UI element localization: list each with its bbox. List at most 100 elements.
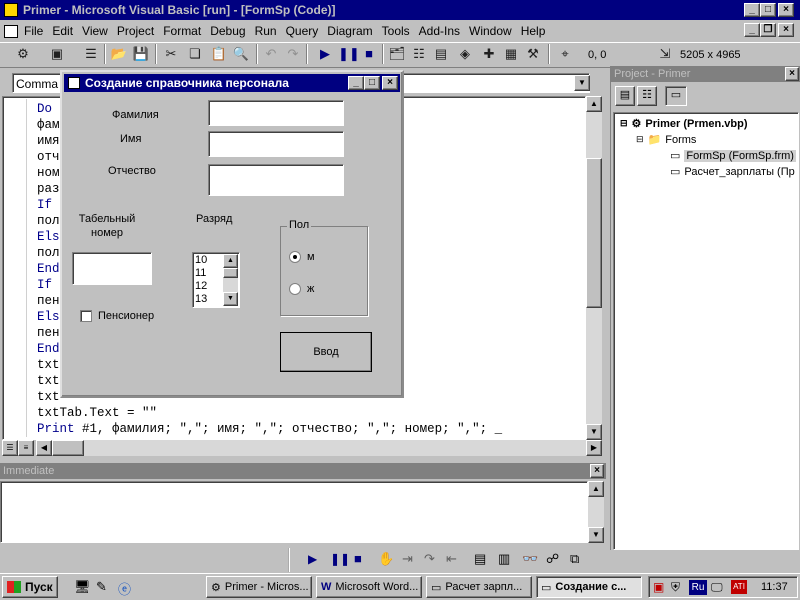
data-view-icon[interactable]: ▦: [502, 45, 520, 63]
toolbox-icon[interactable]: ✚: [480, 45, 498, 63]
tray-monitor-icon[interactable]: 🖵: [711, 580, 723, 595]
task-salary[interactable]: ▭ Расчет зарпл...: [426, 576, 532, 598]
immediate-close-button[interactable]: ×: [590, 464, 604, 478]
full-module-view-button[interactable]: ≡: [18, 440, 34, 456]
add-project-icon[interactable]: ⚙: [14, 45, 32, 63]
immediate-input[interactable]: [0, 481, 588, 543]
grade-option-11[interactable]: 11: [195, 267, 207, 280]
watch-icon[interactable]: 👓: [522, 551, 538, 567]
component-manager-icon[interactable]: ⚒: [524, 45, 542, 63]
immediate-scrollbar[interactable]: ▲ ▼: [588, 481, 604, 543]
tray-lang[interactable]: Ru: [689, 580, 707, 595]
code-vertical-scrollbar[interactable]: ▲ ▼: [586, 96, 602, 440]
quick-watch-icon[interactable]: ☍: [546, 551, 559, 567]
surname-input[interactable]: [208, 100, 344, 126]
tray-ati-icon[interactable]: ATI: [731, 580, 747, 594]
hscroll-thumb[interactable]: [52, 440, 84, 456]
menu-format[interactable]: Format: [163, 24, 201, 38]
break-icon[interactable]: ❚❚: [338, 45, 360, 63]
tab-number-input[interactable]: [72, 252, 152, 285]
scroll-right-button[interactable]: ▶: [586, 440, 602, 456]
open-icon[interactable]: 📂: [110, 45, 128, 63]
menu-editor-icon[interactable]: ☰: [82, 45, 100, 63]
minimize-button[interactable]: _: [744, 3, 760, 17]
tree-root[interactable]: ⊟ ⚙ Primer (Prmen.vbp): [620, 117, 748, 131]
undo-icon[interactable]: ↶: [262, 45, 280, 63]
submit-button[interactable]: Ввод: [280, 332, 372, 372]
procedure-view-button[interactable]: ☰: [2, 440, 18, 456]
close-button[interactable]: ×: [778, 3, 794, 17]
start-button[interactable]: Пуск: [2, 576, 58, 598]
view-code-button[interactable]: ▤: [615, 86, 635, 106]
object-combo-dropdown[interactable]: ▼: [574, 75, 590, 91]
child-close-button[interactable]: ×: [778, 23, 794, 37]
grade-scroll-thumb[interactable]: [223, 268, 238, 278]
name-input[interactable]: [208, 131, 344, 157]
project-close-button[interactable]: ×: [785, 67, 799, 81]
tree-item-salary[interactable]: ▭ Расчет_зарплаты (Пр: [670, 165, 795, 179]
menu-project[interactable]: Project: [117, 24, 154, 38]
gender-m-radio[interactable]: м: [289, 251, 315, 263]
locals-icon[interactable]: ▤: [474, 551, 486, 567]
scroll-up-button[interactable]: ▲: [586, 96, 602, 112]
form-maximize-button[interactable]: □: [364, 76, 380, 90]
project-explorer-icon[interactable]: 🗂: [388, 45, 406, 63]
menu-diagram[interactable]: Diagram: [327, 24, 372, 38]
debug-break-icon[interactable]: ❚❚: [330, 552, 350, 566]
immediate-scroll-down[interactable]: ▼: [588, 527, 604, 543]
quicklaunch-desktop-icon[interactable]: 🖥: [74, 579, 91, 595]
menu-tools[interactable]: Tools: [382, 24, 410, 38]
tree-item-formsp[interactable]: ▭ FormSp (FormSp.frm): [670, 149, 796, 162]
task-word[interactable]: W Microsoft Word...: [316, 576, 422, 598]
code-horizontal-scrollbar[interactable]: ◀ ▶: [36, 440, 602, 456]
toggle-folders-button[interactable]: ▭: [665, 86, 687, 106]
grade-scrollbar[interactable]: ▲ ▼: [223, 254, 238, 306]
tree-forms-folder[interactable]: ⊟ 📁 Forms: [636, 133, 696, 147]
paste-icon[interactable]: 📋: [210, 45, 228, 63]
menu-view[interactable]: View: [82, 24, 108, 38]
start-icon[interactable]: ▶: [316, 45, 334, 63]
toggle-breakpoint-icon[interactable]: ✋: [378, 551, 394, 567]
menu-window[interactable]: Window: [469, 24, 512, 38]
menu-addins[interactable]: Add-Ins: [419, 24, 460, 38]
grade-scroll-down[interactable]: ▼: [223, 292, 238, 306]
find-icon[interactable]: 🔍: [232, 45, 250, 63]
pensioner-checkbox[interactable]: Пенсионер: [80, 310, 154, 322]
scroll-down-button[interactable]: ▼: [586, 424, 602, 440]
grade-scroll-up[interactable]: ▲: [223, 254, 238, 268]
menu-run[interactable]: Run: [255, 24, 277, 38]
properties-icon[interactable]: ☷: [410, 45, 428, 63]
debug-start-icon[interactable]: ▶: [308, 552, 317, 566]
quicklaunch-outlook-icon[interactable]: ✎: [96, 579, 107, 595]
object-browser-icon[interactable]: ◈: [456, 45, 474, 63]
child-restore-button[interactable]: ❐: [760, 23, 776, 37]
save-icon[interactable]: 💾: [132, 45, 150, 63]
task-form-active[interactable]: ▭ Создание с...: [536, 576, 642, 598]
call-stack-icon[interactable]: ⧉: [570, 551, 579, 567]
immediate-icon[interactable]: ▥: [498, 551, 510, 567]
scroll-left-button[interactable]: ◀: [36, 440, 52, 456]
grade-option-13[interactable]: 13: [195, 293, 207, 306]
project-tree[interactable]: ⊟ ⚙ Primer (Prmen.vbp) ⊟ 📁 Forms ▭ FormSp (Fo…: [613, 112, 799, 550]
form-layout-icon[interactable]: ▤: [432, 45, 450, 63]
copy-icon[interactable]: ❏: [186, 45, 204, 63]
cut-icon[interactable]: ✂: [162, 45, 180, 63]
grade-option-10[interactable]: 10: [195, 254, 207, 267]
child-minimize-button[interactable]: _: [744, 23, 760, 37]
redo-icon[interactable]: ↷: [284, 45, 302, 63]
immediate-scroll-up[interactable]: ▲: [588, 481, 604, 497]
menu-query[interactable]: Query: [286, 24, 319, 38]
patronymic-input[interactable]: [208, 164, 344, 196]
task-vb[interactable]: ⚙ Primer - Micros...: [206, 576, 312, 598]
menu-debug[interactable]: Debug: [210, 24, 245, 38]
grade-listbox[interactable]: 10 11 12 13 ▲ ▼: [192, 252, 240, 308]
step-into-icon[interactable]: ⇥: [402, 551, 413, 567]
maximize-button[interactable]: □: [760, 3, 776, 17]
gender-f-radio[interactable]: ж: [289, 283, 314, 295]
scroll-thumb[interactable]: [586, 158, 602, 308]
tray-shield-icon[interactable]: ⛨: [671, 580, 680, 595]
menu-edit[interactable]: Edit: [52, 24, 73, 38]
code-window-icon[interactable]: [4, 24, 18, 38]
tray-app-icon[interactable]: ▣: [653, 580, 664, 594]
view-object-button[interactable]: ☷: [637, 86, 657, 106]
